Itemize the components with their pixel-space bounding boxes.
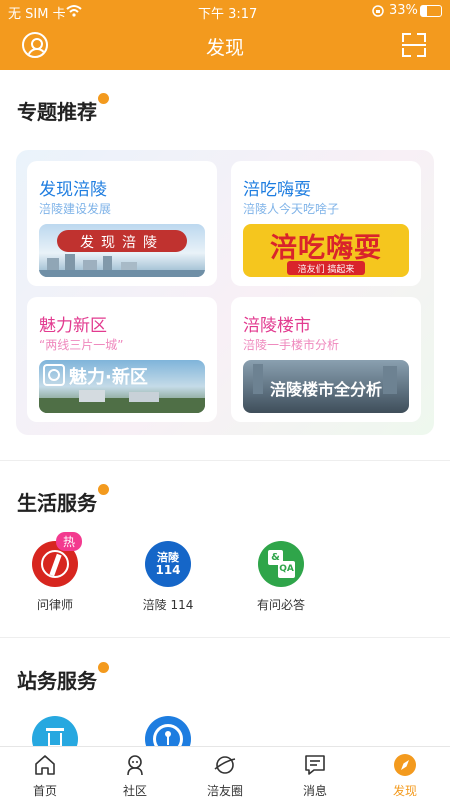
scan-icon[interactable] (402, 33, 426, 57)
battery-percent: 33% (389, 3, 418, 18)
planet-icon (214, 756, 236, 774)
topic-card-food[interactable]: 涪吃嗨耍 涪陵人今天吃啥子 涪吃嗨耍 涪友们 搞起来 (231, 161, 421, 286)
tab-label: 消息 (302, 784, 327, 798)
page-title: 发现 (205, 37, 244, 59)
tab-label: 社区 (122, 784, 147, 798)
tab-bar: 首页 社区 涪友圈 消息 发现 (0, 746, 450, 801)
topic-card-property[interactable]: 涪陵楼市 涪陵一手楼市分析 涪陵楼市全分析 (231, 297, 421, 422)
tab-label: 首页 (32, 784, 57, 798)
tab-label: 发现 (392, 784, 417, 798)
banner-text: 涪吃嗨耍 (270, 233, 382, 264)
topics-title-text: 专题推荐 (17, 100, 97, 124)
card-subtitle: 涪陵建设发展 (39, 202, 112, 216)
message-icon (305, 755, 325, 775)
life-section-title: 生活服务 (17, 484, 109, 516)
qa-icon: & QA (258, 541, 304, 587)
card-title: 发现涪陵 (39, 180, 107, 200)
card-subtitle: 涪陵人今天吃啥子 (243, 202, 340, 216)
card-subtitle: “两线三片一城” (39, 338, 124, 352)
card-title: 魅力新区 (39, 316, 107, 336)
section-dot-icon (98, 93, 109, 104)
topic-card-fuling[interactable]: 发现涪陵 涪陵建设发展 发现涪陵 (27, 161, 217, 286)
tab-home[interactable]: 首页 (0, 747, 90, 801)
topic-cards-panel: 发现涪陵 涪陵建设发展 发现涪陵 涪吃嗨耍 涪陵人今天吃啥子 涪吃嗨耍 涪友们 … (16, 150, 434, 435)
hot-badge: 热 (56, 532, 83, 551)
life-title-text: 生活服务 (17, 491, 97, 515)
tab-discover[interactable]: 发现 (360, 747, 450, 801)
card-banner: 涪陵楼市全分析 (243, 360, 409, 413)
tab-circle[interactable]: 涪友圈 (180, 747, 270, 801)
fuling-114-icon: 涪陵 114 (145, 541, 191, 587)
banner-text: 魅力·新区 (69, 367, 148, 388)
orientation-lock-icon (372, 5, 384, 17)
service-114[interactable]: 涪陵 114 涪陵 114 (128, 541, 208, 613)
topic-card-newdistrict[interactable]: 魅力新区 “两线三片一城” 魅力·新区 (27, 297, 217, 422)
service-lawyer[interactable]: 热 问律师 (15, 532, 95, 613)
home-icon (35, 755, 55, 775)
lawyer-icon: 热 (32, 532, 83, 587)
clock: 下午 3:17 (198, 7, 258, 22)
topics-section-title: 专题推荐 (17, 93, 109, 125)
community-icon (127, 755, 143, 776)
service-label: 有问必答 (256, 598, 305, 612)
service-label: 涪陵 114 (142, 598, 194, 612)
banner-text: 发现涪陵 (80, 235, 164, 251)
banner-text: 涪陵楼市全分析 (269, 380, 382, 399)
card-title: 涪吃嗨耍 (243, 180, 311, 200)
tab-messages[interactable]: 消息 (270, 747, 360, 801)
banner-subtext: 涪友们 搞起来 (297, 265, 355, 275)
card-subtitle: 涪陵一手楼市分析 (243, 338, 340, 352)
section-dot-icon (98, 484, 109, 495)
card-banner: 发现涪陵 (39, 224, 205, 277)
section-divider (0, 637, 450, 638)
section-divider (0, 460, 450, 461)
section-dot-icon (98, 662, 109, 673)
card-title: 涪陵楼市 (243, 316, 311, 336)
station-title-text: 站务服务 (17, 669, 97, 693)
discover-icon (394, 754, 416, 776)
tab-label: 涪友圈 (206, 784, 243, 798)
carrier-text: 无 SIM 卡 (8, 7, 66, 22)
card-banner: 涪吃嗨耍 涪友们 搞起来 (243, 224, 409, 277)
service-qa[interactable]: & QA 有问必答 (241, 541, 321, 613)
icon-text: 114 (155, 563, 181, 577)
status-bar: 无 SIM 卡 下午 3:17 33% (0, 0, 450, 22)
card-banner: 魅力·新区 (39, 360, 205, 413)
battery-icon (420, 5, 442, 17)
tab-community[interactable]: 社区 (90, 747, 180, 801)
service-label: 问律师 (36, 598, 73, 612)
station-section-title: 站务服务 (17, 662, 109, 694)
wifi-icon (66, 5, 82, 17)
nav-bar: 发现 (0, 22, 450, 70)
